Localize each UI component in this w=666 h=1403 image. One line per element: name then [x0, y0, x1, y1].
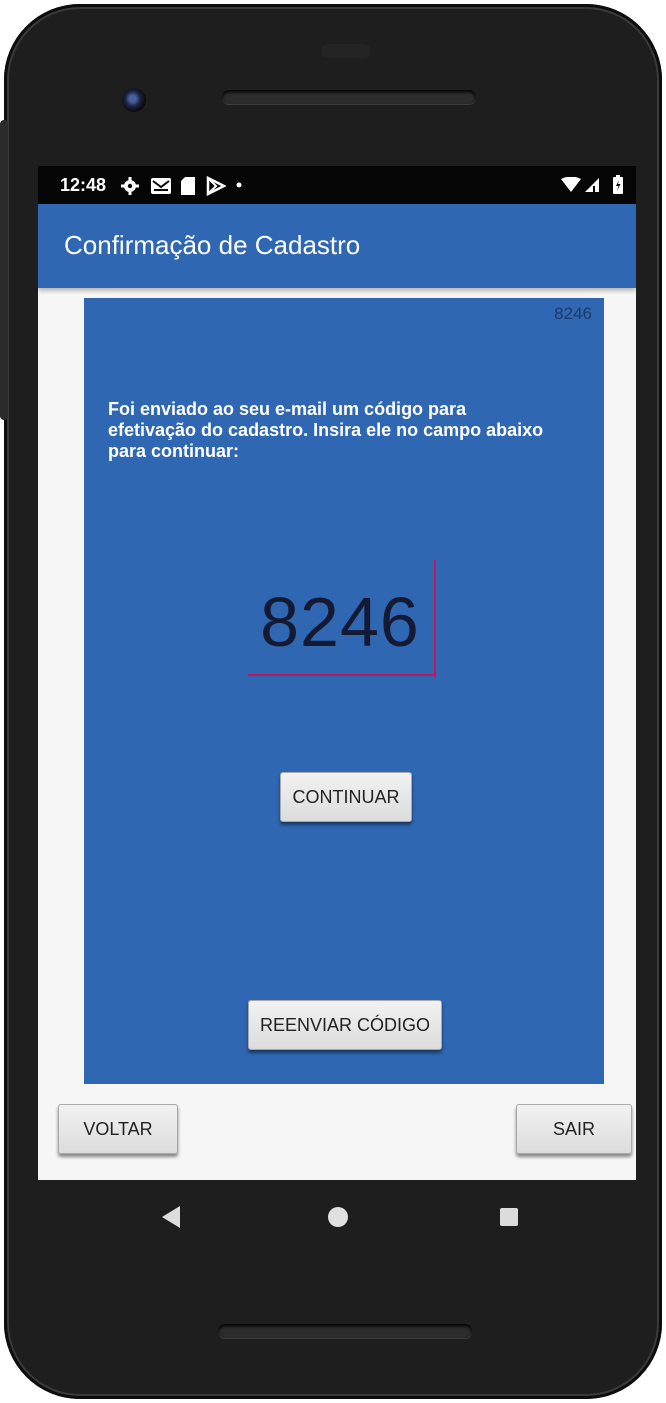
gmail-icon	[151, 178, 171, 194]
signal-icon	[585, 178, 599, 192]
screen: 12:48 Confirmação de Cadastro 8246 Foi e…	[38, 166, 636, 1180]
back-button[interactable]: VOLTAR	[58, 1104, 178, 1154]
text-cursor	[434, 560, 436, 678]
exit-button[interactable]: SAIR	[516, 1104, 632, 1154]
code-input[interactable]: 8246	[248, 560, 438, 678]
status-bar: 12:48	[38, 166, 636, 204]
instruction-message: Foi enviado ao seu e-mail um código para…	[108, 399, 544, 461]
front-camera	[122, 88, 146, 112]
wifi-icon	[561, 177, 581, 192]
continue-button[interactable]: CONTINUAR	[280, 772, 412, 822]
play-store-icon	[206, 176, 226, 196]
confirmation-panel: 8246 Foi enviado ao seu e-mail um código…	[84, 298, 604, 1084]
recents-icon[interactable]	[500, 1208, 518, 1226]
phone-notch	[322, 44, 370, 58]
home-icon[interactable]	[328, 1207, 348, 1227]
app-bar: Confirmação de Cadastro	[38, 204, 636, 288]
corner-code-label: 8246	[554, 304, 592, 323]
resend-code-button[interactable]: REENVIAR CÓDIGO	[248, 1000, 442, 1050]
phone-side-button	[0, 120, 8, 420]
bottom-speaker	[218, 1324, 472, 1338]
back-icon[interactable]	[162, 1206, 180, 1228]
sd-card-icon	[181, 177, 195, 195]
code-input-value[interactable]: 8246	[248, 582, 432, 662]
navigation-bar	[38, 1180, 636, 1260]
code-input-underline	[248, 674, 436, 676]
battery-icon	[613, 175, 623, 194]
top-speaker	[222, 90, 476, 104]
page-title: Confirmação de Cadastro	[64, 230, 361, 260]
dot-icon	[236, 182, 242, 188]
settings-icon	[121, 177, 139, 195]
status-time: 12:48	[60, 175, 107, 195]
